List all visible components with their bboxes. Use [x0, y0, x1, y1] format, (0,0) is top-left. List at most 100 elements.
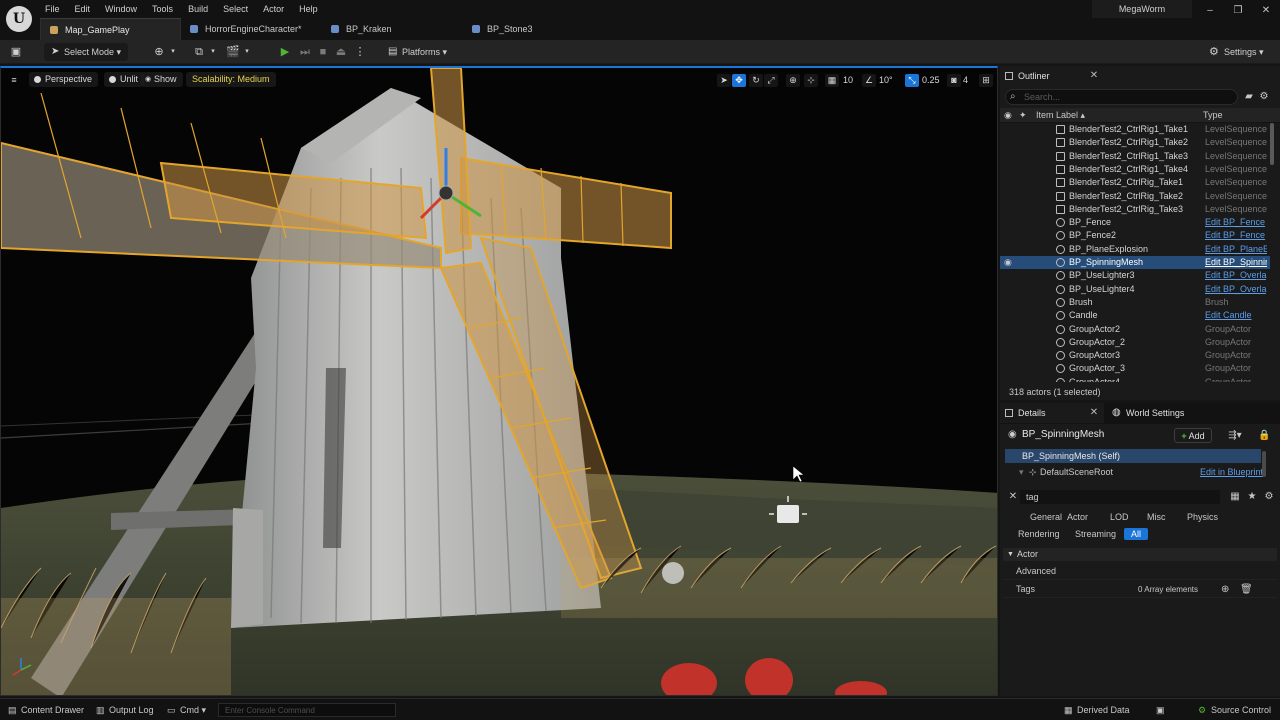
outliner-row[interactable]: Candle Edit Candle [1000, 309, 1270, 322]
outliner-row[interactable]: BlenderTest2_CtrlRig_Take1 LevelSequenceA [1000, 176, 1270, 189]
outliner-row[interactable]: GroupActor4 GroupActor [1000, 376, 1270, 382]
eject-icon[interactable]: ⏏ [332, 43, 350, 61]
details-search-input[interactable] [1020, 490, 1220, 504]
stop-icon[interactable]: ■ [314, 43, 332, 61]
eye-icon[interactable]: ◉ [1004, 256, 1012, 269]
restore-button[interactable]: ❐ [1223, 0, 1253, 22]
grid-snap-value[interactable]: 10 [843, 74, 853, 87]
content-drawer-button[interactable]: ▤ Content Drawer [8, 703, 84, 717]
outliner-search-input[interactable] [1024, 91, 1224, 103]
menu-file[interactable]: File [40, 2, 70, 16]
outliner-row[interactable]: BP_UseLighter3 Edit BP_Overlap [1000, 269, 1270, 282]
view-mode-button[interactable]: Unlit [104, 72, 145, 87]
outliner-row[interactable]: GroupActor_3 GroupActor [1000, 362, 1270, 375]
filter-all[interactable]: All [1124, 528, 1149, 540]
tab-horror-engine-character[interactable]: HorrorEngineCharacter* [181, 18, 322, 40]
camera-speed-icon[interactable]: ◙ [947, 74, 961, 87]
perspective-button[interactable]: Perspective [29, 72, 99, 87]
outliner-row[interactable]: BlenderTest2_CtrlRig1_Take4 LevelSequence… [1000, 163, 1270, 176]
platforms-dropdown[interactable]: ▤ Platforms ▾ [386, 43, 454, 61]
step-icon[interactable]: ⏭ [296, 43, 314, 61]
outliner-row[interactable]: BlenderTest2_CtrlRig_Take3 LevelSequenceA [1000, 203, 1270, 216]
play-icon[interactable]: ▶ [276, 43, 294, 61]
layout-icon[interactable]: ⊞ [979, 74, 993, 87]
trash-icon[interactable]: 🗑 [1240, 581, 1253, 598]
level-viewport[interactable]: ≡ Perspective Unlit ◉ Show Scalability: … [0, 66, 998, 696]
star-icon[interactable]: ★ [1246, 491, 1258, 503]
rotate-tool-icon[interactable]: ↻ [749, 74, 763, 87]
scale-tool-icon[interactable]: ⤢ [764, 74, 778, 87]
visibility-column-icon[interactable]: ◉ [1004, 108, 1012, 123]
edit-blueprint-link[interactable]: Edit BP_PlaneEx [1205, 243, 1267, 256]
close-button[interactable]: ✕ [1251, 0, 1280, 22]
outliner-row[interactable]: GroupActor_2 GroupActor [1000, 336, 1270, 349]
console-command-input[interactable] [218, 703, 396, 717]
world-settings-tab[interactable]: ◍ World Settings [1108, 403, 1184, 423]
surface-snap-icon[interactable]: ⊹ [804, 74, 818, 87]
outliner-scrollbar[interactable] [1270, 123, 1274, 165]
edit-blueprint-link[interactable]: Edit BP_Overlap [1205, 269, 1267, 282]
scale-snap-icon[interactable]: ⤡ [905, 74, 919, 87]
add-folder-icon[interactable]: ▰ [1243, 91, 1255, 103]
chevron-down-icon[interactable]: ▾ [1019, 465, 1024, 479]
add-component-button[interactable]: + Add [1174, 428, 1212, 443]
menu-tools[interactable]: Tools [147, 2, 183, 16]
components-scrollbar[interactable] [1262, 451, 1266, 477]
source-control-button[interactable]: ⚙ Source Control [1198, 703, 1271, 717]
menu-actor[interactable]: Actor [258, 2, 294, 16]
edit-blueprint-link[interactable]: Edit Candle [1205, 309, 1267, 322]
edit-blueprint-link[interactable]: Edit BP_Fence [1205, 229, 1267, 242]
edit-blueprint-link[interactable]: Edit BP_Spinnin [1205, 256, 1267, 269]
save-icon[interactable]: ▣ [7, 43, 25, 61]
more-options-icon[interactable]: ⋮ [351, 43, 369, 61]
edit-in-blueprint-link[interactable]: Edit in Blueprint [1200, 465, 1263, 479]
world-space-icon[interactable]: ⊕ [786, 74, 800, 87]
menu-edit[interactable]: Edit [70, 2, 101, 16]
filter-misc[interactable]: Misc [1140, 511, 1173, 523]
outliner-row[interactable]: GroupActor2 GroupActor [1000, 323, 1270, 336]
derived-data-button[interactable]: ▦ Derived Data [1064, 703, 1130, 717]
gear-icon[interactable]: ⚙ [1263, 491, 1275, 503]
chevron-down-icon[interactable]: ▾ [204, 43, 222, 61]
outliner-tab[interactable]: Outliner [1000, 66, 1050, 86]
tab-map-gameplay[interactable]: Map_GamePlay [40, 18, 181, 40]
outliner-row[interactable]: BlenderTest2_CtrlRig1_Take3 LevelSequence… [1000, 150, 1270, 163]
menu-window[interactable]: Window [100, 2, 147, 16]
table-view-icon[interactable]: ▦ [1229, 491, 1241, 503]
close-icon[interactable]: ✕ [1088, 403, 1100, 423]
outliner-row[interactable]: Brush Brush [1000, 296, 1270, 309]
grid-snap-icon[interactable]: ▦ [825, 74, 839, 87]
output-log-button[interactable]: ▥ Output Log [96, 703, 154, 717]
menu-select[interactable]: Select [218, 2, 258, 16]
close-icon[interactable]: ✕ [1088, 66, 1100, 86]
outliner-row[interactable]: BlenderTest2_CtrlRig1_Take2 LevelSequence… [1000, 136, 1270, 149]
outliner-search-box[interactable]: ⌕ [1005, 89, 1238, 105]
add-element-icon[interactable]: ⊕ [1221, 581, 1229, 598]
component-self[interactable]: BP_SpinningMesh (Self) [1005, 449, 1261, 463]
outliner-row[interactable]: ◉ BP_SpinningMesh Edit BP_Spinnin [1000, 256, 1270, 269]
gear-icon[interactable]: ⚙ [1258, 91, 1270, 103]
type-column[interactable]: Type [1203, 108, 1223, 123]
outliner-row[interactable]: BlenderTest2_CtrlRig_Take2 LevelSequenceA [1000, 190, 1270, 203]
unreal-logo-icon[interactable]: U [6, 6, 32, 32]
settings-button[interactable]: ⚙ Settings ▾ [1206, 43, 1268, 61]
edit-blueprint-link[interactable]: Edit BP_Overlap [1205, 283, 1267, 296]
pin-column-icon[interactable]: ✦ [1019, 108, 1027, 123]
blueprint-dropdown-icon[interactable]: ⇶▾ [1224, 430, 1246, 442]
filter-streaming[interactable]: Streaming [1068, 528, 1123, 540]
cmd-dropdown[interactable]: ▭ Cmd ▾ [167, 703, 206, 717]
chevron-down-icon[interactable]: ▾ [238, 43, 256, 61]
edit-blueprint-link[interactable]: Edit BP_Fence [1205, 216, 1267, 229]
category-actor[interactable]: ▼ Actor [1003, 548, 1277, 561]
tab-bp-kraken[interactable]: BP_Kraken [322, 18, 463, 40]
outliner-row[interactable]: BP_Fence Edit BP_Fence [1000, 216, 1270, 229]
menu-help[interactable]: Help [294, 2, 328, 16]
notifications-icon[interactable]: ▣ [1156, 703, 1169, 717]
minimize-button[interactable]: – [1195, 0, 1225, 22]
item-label-column[interactable]: Item Label ▴ [1036, 108, 1085, 123]
outliner-row[interactable]: BP_PlaneExplosion Edit BP_PlaneEx [1000, 243, 1270, 256]
tab-bp-stone3[interactable]: BP_Stone3 [463, 18, 604, 40]
filter-physics[interactable]: Physics [1180, 511, 1225, 523]
translate-tool-icon[interactable]: ✥ [732, 74, 746, 87]
clear-search-icon[interactable]: ✕ [1007, 491, 1019, 503]
